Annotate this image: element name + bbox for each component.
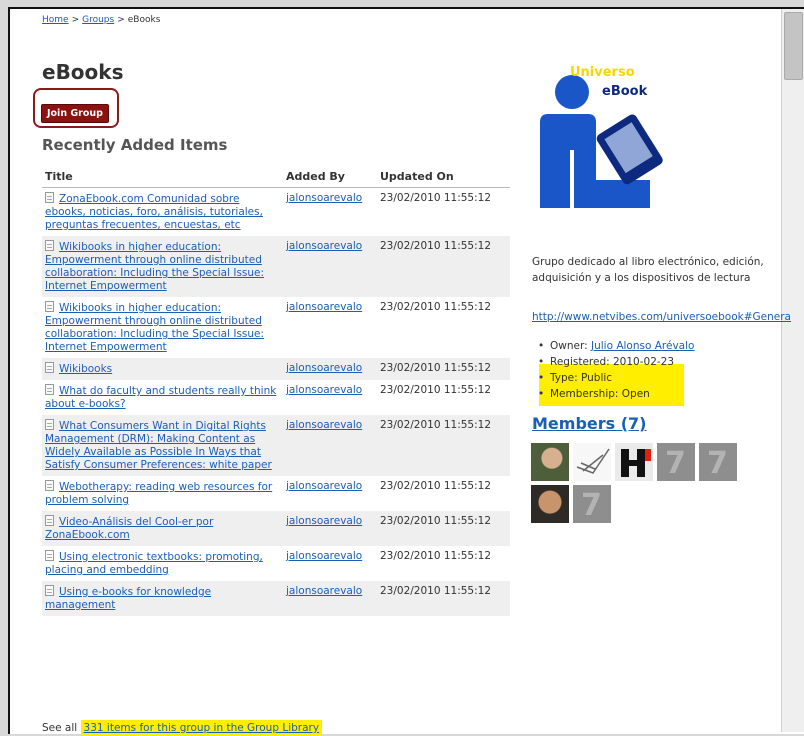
column-header-added-by[interactable]: Added By: [283, 167, 377, 188]
group-info-list: Owner: Julio Alonso Arévalo Registered: …: [538, 338, 695, 402]
item-title-link[interactable]: What do faculty and students really thin…: [45, 385, 276, 410]
breadcrumb-current: eBooks: [127, 15, 161, 25]
membership-item: Membership: Open: [538, 386, 694, 402]
owner-link[interactable]: Julio Alonso Arévalo: [591, 340, 694, 352]
breadcrumb-groups-link[interactable]: Groups: [82, 15, 114, 25]
item-updated-on: 23/02/2010 11:55:12: [377, 581, 510, 616]
table-row: What Consumers Want in Digital Rights Ma…: [42, 415, 510, 476]
scrollbar[interactable]: [781, 9, 804, 732]
document-icon: [45, 550, 54, 561]
group-website-link[interactable]: http://www.netvibes.com/universoebook#Ge…: [532, 311, 791, 323]
group-description: Grupo dedicado al libro electrónico, edi…: [532, 256, 764, 284]
table-row: ZonaEbook.com Comunidad sobre ebooks, no…: [42, 188, 510, 237]
item-added-by-link[interactable]: jalonsoarevalo: [286, 515, 362, 527]
item-title-link[interactable]: ZonaEbook.com Comunidad sobre ebooks, no…: [45, 193, 263, 231]
item-added-by-link[interactable]: jalonsoarevalo: [286, 419, 362, 431]
logo-text-line1: Universo: [570, 65, 635, 80]
document-icon: [45, 192, 54, 203]
document-icon: [45, 362, 54, 373]
table-row: Wikibooks jalonsoarevalo 23/02/2010 11:5…: [42, 358, 510, 380]
item-title-link[interactable]: Webotherapy: reading web resources for p…: [45, 481, 272, 506]
default-avatar-icon: 7: [707, 446, 728, 481]
document-icon: [45, 240, 54, 251]
item-added-by-link[interactable]: jalonsoarevalo: [286, 192, 362, 204]
item-title-link[interactable]: Using e-books for knowledge management: [45, 586, 211, 611]
item-updated-on: 23/02/2010 11:55:12: [380, 301, 492, 313]
page-title: eBooks: [42, 60, 124, 84]
item-updated-on: 23/02/2010 11:55:12: [377, 511, 510, 546]
item-added-by-link[interactable]: jalonsoarevalo: [286, 550, 362, 562]
item-added-by-link[interactable]: jalonsoarevalo: [286, 480, 362, 492]
member-avatar-default[interactable]: 7: [573, 485, 611, 523]
document-icon: [45, 585, 54, 596]
members-heading: Members (7): [532, 414, 647, 433]
see-all-prefix: See all: [42, 722, 78, 734]
item-title-link[interactable]: Wikibooks in higher education: Empowerme…: [45, 302, 264, 353]
breadcrumb-separator: >: [117, 15, 125, 25]
registered-item: Registered: 2010-02-23: [538, 354, 694, 370]
column-header-title[interactable]: Title: [42, 167, 283, 188]
item-added-by-link[interactable]: jalonsoarevalo: [286, 384, 362, 396]
item-updated-on: 23/02/2010 11:55:12: [377, 358, 510, 380]
item-updated-on: 23/02/2010 11:55:12: [380, 550, 492, 562]
member-avatar-default[interactable]: 7: [657, 443, 695, 481]
document-icon: [45, 384, 54, 395]
item-title-link[interactable]: Using electronic textbooks: promoting, p…: [45, 551, 263, 576]
item-added-by-link[interactable]: jalonsoarevalo: [286, 301, 362, 313]
document-icon: [45, 419, 54, 430]
join-group-button[interactable]: Join Group: [41, 104, 109, 123]
table-row: Video-Análisis del Cool-er por ZonaEbook…: [42, 511, 510, 546]
item-updated-on: 23/02/2010 11:55:12: [380, 480, 492, 492]
table-row: Using electronic textbooks: promoting, p…: [42, 546, 510, 581]
default-avatar-icon: 7: [665, 446, 686, 481]
member-avatar[interactable]: [615, 443, 653, 481]
document-icon: [45, 480, 54, 491]
members-link[interactable]: Members (7): [532, 414, 647, 433]
member-avatar[interactable]: [531, 443, 569, 481]
owner-item: Owner: Julio Alonso Arévalo: [538, 338, 695, 354]
item-title-link[interactable]: Wikibooks: [59, 363, 112, 375]
recent-items-table: Title Added By Updated On ZonaEbook.com …: [42, 167, 510, 616]
member-avatar[interactable]: [573, 443, 611, 481]
item-title-link[interactable]: Video-Análisis del Cool-er por ZonaEbook…: [45, 516, 213, 541]
item-updated-on: 23/02/2010 11:55:12: [377, 236, 510, 297]
table-header-row: Title Added By Updated On: [42, 167, 510, 188]
document-icon: [45, 301, 54, 312]
logo-figure-head: [555, 75, 589, 109]
logo-text-line2: eBook: [602, 84, 648, 99]
item-title-link[interactable]: Wikibooks in higher education: Empowerme…: [45, 241, 264, 292]
see-all-text: See all 331 items for this group in the …: [42, 720, 323, 736]
letter-avatar-icon: [621, 449, 651, 477]
item-added-by-link[interactable]: jalonsoarevalo: [286, 362, 362, 374]
table-row: Wikibooks in higher education: Empowerme…: [42, 236, 510, 297]
member-avatar[interactable]: [531, 485, 569, 523]
column-header-updated-on[interactable]: Updated On: [377, 167, 510, 188]
document-icon: [45, 515, 54, 526]
item-updated-on: 23/02/2010 11:55:12: [377, 415, 510, 476]
table-row: What do faculty and students really thin…: [42, 380, 510, 415]
item-updated-on: 23/02/2010 11:55:12: [380, 384, 492, 396]
breadcrumb: Home > Groups > eBooks: [42, 15, 160, 25]
table-row: Wikibooks in higher education: Empowerme…: [42, 297, 510, 358]
scrollbar-thumb[interactable]: [784, 12, 803, 80]
table-row: Webotherapy: reading web resources for p…: [42, 476, 510, 511]
item-updated-on: 23/02/2010 11:55:12: [380, 192, 492, 204]
breadcrumb-home-link[interactable]: Home: [42, 15, 69, 25]
member-avatar-default[interactable]: 7: [699, 443, 737, 481]
section-title: Recently Added Items: [42, 136, 228, 154]
group-library-link[interactable]: 331 items for this group in the Group Li…: [80, 720, 323, 736]
default-avatar-icon: 7: [581, 488, 602, 523]
sketch-avatar-icon: [576, 448, 610, 474]
group-logo: Universo eBook: [530, 40, 688, 236]
item-added-by-link[interactable]: jalonsoarevalo: [286, 585, 362, 597]
item-title-link[interactable]: What Consumers Want in Digital Rights Ma…: [45, 420, 272, 471]
table-row: Using e-books for knowledge management j…: [42, 581, 510, 616]
owner-label: Owner:: [550, 340, 588, 352]
breadcrumb-separator: >: [71, 15, 80, 25]
type-item: Type: Public: [538, 370, 694, 386]
item-added-by-link[interactable]: jalonsoarevalo: [286, 240, 362, 252]
